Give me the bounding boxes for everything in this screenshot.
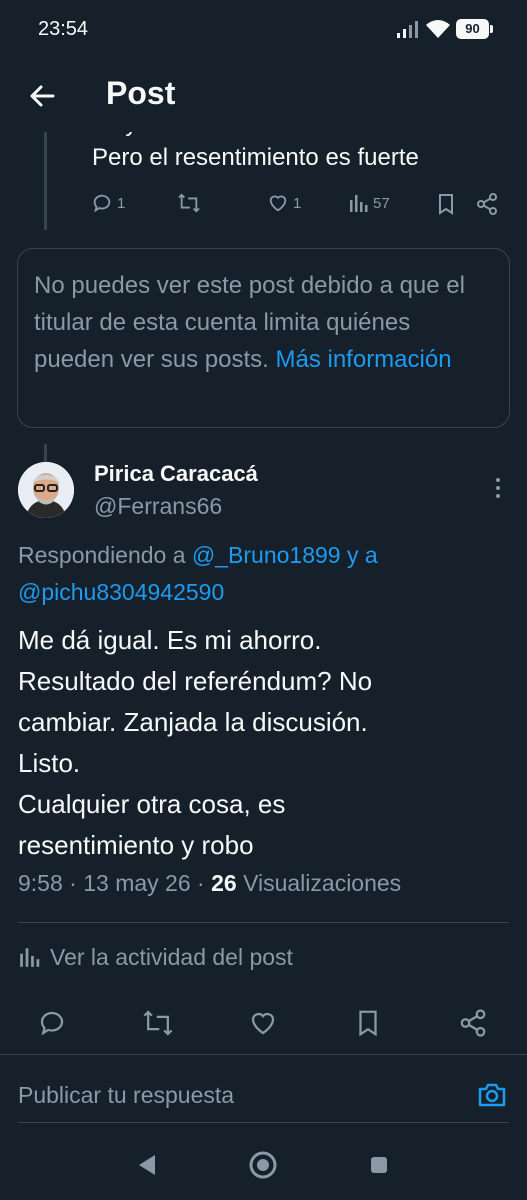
reply-icon (40, 1011, 64, 1036)
author-name[interactable]: Pirica Caracacá (94, 461, 258, 487)
analytics-icon (20, 948, 40, 967)
share-button[interactable] (455, 1005, 491, 1041)
like-button[interactable] (245, 1005, 281, 1041)
previous-post-line: Pero el resentimiento es fuerte (92, 144, 419, 171)
previous-post-actions: 1 1 57 (90, 192, 510, 220)
page-title: Post (106, 75, 176, 111)
previous-bookmark-button[interactable] (435, 192, 457, 216)
status-time: 23:54 (38, 18, 89, 40)
avatar-image (18, 462, 74, 518)
camera-button[interactable] (476, 1079, 508, 1111)
square-recents-icon (371, 1157, 387, 1173)
more-info-link[interactable]: Más información (275, 346, 451, 373)
wifi-icon (426, 20, 450, 38)
post-actions (0, 1005, 527, 1041)
author-handle[interactable]: @Ferrans66 (94, 493, 222, 520)
replying-prefix: Respondiendo a (18, 542, 186, 568)
post-activity-label: Ver la actividad del post (50, 943, 293, 970)
mention-link-2[interactable]: @pichu8304942590 (18, 579, 224, 605)
status-bar: 23:54 90 (0, 0, 527, 62)
bookmark-icon (359, 1010, 377, 1037)
more-options-button[interactable] (488, 476, 508, 500)
more-vertical-icon (496, 478, 500, 498)
thread-line-connector (44, 444, 47, 462)
post-meta: 9:58 · 13 may 26 · 26 Visualizaciones (18, 870, 402, 896)
replying-connector: y a (347, 542, 378, 568)
screen: 23:54 90 mayor discusión. Pero el resent… (0, 0, 527, 1200)
nav-back-button[interactable] (132, 1150, 162, 1180)
divider (18, 922, 509, 923)
mention-link-1[interactable]: @_Bruno1899 (192, 542, 341, 568)
heart-icon (269, 195, 287, 212)
system-navigation-bar (0, 1136, 527, 1200)
previous-like-button[interactable]: 1 (266, 192, 301, 214)
previous-reply-count: 1 (117, 194, 126, 212)
previous-like-count: 1 (293, 194, 302, 212)
post-body-line: Me dá igual. Es mi ahorro. (18, 625, 322, 655)
post-body-line: Cualquier otra cosa, es (18, 789, 286, 819)
header: Post (0, 62, 527, 132)
views-count: 26 (211, 870, 237, 896)
share-icon (460, 1009, 486, 1037)
battery-icon: 90 (456, 19, 493, 39)
avatar[interactable] (18, 462, 74, 518)
heart-icon (251, 1012, 275, 1035)
post-body-line: resentimiento y robo (18, 830, 254, 860)
back-arrow-icon (30, 85, 55, 107)
signal-icon (397, 21, 418, 38)
repost-icon (143, 1010, 173, 1036)
previous-reply-button[interactable]: 1 (90, 192, 125, 214)
reply-icon (93, 194, 111, 213)
replying-to: Respondiendo a @_Bruno1899 y a @pichu830… (18, 537, 498, 611)
previous-views-button[interactable]: 57 (348, 192, 390, 214)
circle-home-icon (249, 1151, 277, 1179)
analytics-icon (350, 195, 368, 212)
thread-line (44, 125, 47, 230)
repost-icon (178, 193, 200, 213)
post-time[interactable]: 9:58 (18, 870, 63, 896)
post-activity-button[interactable]: Ver la actividad del post (18, 940, 293, 974)
triangle-back-icon (139, 1155, 155, 1175)
nav-recents-button[interactable] (364, 1150, 394, 1180)
reply-button[interactable] (34, 1005, 70, 1041)
share-icon (477, 193, 497, 215)
reply-input[interactable]: Publicar tu respuesta (18, 1082, 234, 1109)
views-label: Visualizaciones (243, 870, 402, 896)
repost-button[interactable] (140, 1005, 176, 1041)
nav-home-button[interactable] (248, 1150, 278, 1180)
post-body-line: Listo. (18, 748, 81, 778)
previous-views-count: 57 (373, 194, 390, 212)
post-body-line: Resultado del referéndum? No (18, 666, 373, 696)
camera-icon (478, 1083, 506, 1107)
post-date[interactable]: 13 may 26 (83, 870, 190, 896)
previous-share-button[interactable] (475, 192, 499, 216)
bookmark-icon (439, 194, 453, 215)
reply-composer[interactable]: Publicar tu respuesta (0, 1054, 527, 1126)
bookmark-button[interactable] (350, 1005, 386, 1041)
previous-repost-button[interactable] (176, 192, 202, 214)
restricted-post-notice: No puedes ver este post debido a que el … (17, 248, 510, 428)
divider (18, 1122, 509, 1123)
back-button[interactable] (22, 76, 62, 116)
notice-paragraph: No puedes ver este post debido a que el … (34, 267, 493, 378)
post-body: Me dá igual. Es mi ahorro. Resultado del… (18, 620, 498, 866)
post-body-line: cambiar. Zanjada la discusión. (18, 707, 368, 737)
